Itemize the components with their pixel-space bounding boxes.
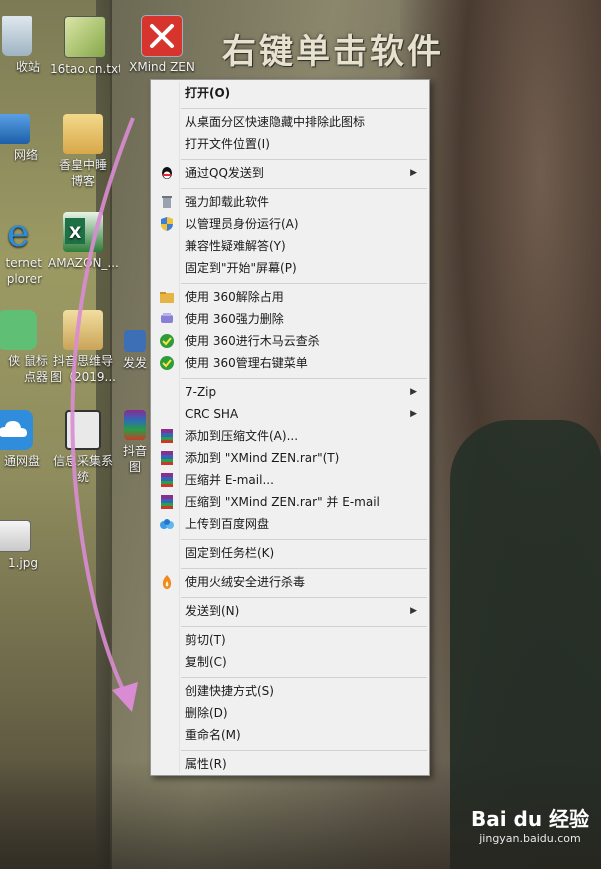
menu-item-label: 使用 360强力删除 [185, 312, 284, 326]
menu-item-label: 以管理员身份运行(A) [185, 217, 299, 231]
baidu-jingyan-watermark: Bai du 经验 jingyan.baidu.com [460, 806, 600, 856]
trash-icon [159, 194, 175, 210]
folder-360-icon [159, 289, 175, 305]
menu-item-exclude-hide[interactable]: 从桌面分区快速隐藏中排除此图标 [153, 111, 427, 133]
menu-item-force-uninstall[interactable]: 强力卸载此软件 [153, 191, 427, 213]
menu-item-label: 删除(D) [185, 706, 228, 720]
menu-item-360-manage-menu[interactable]: 使用 360管理右键菜单 [153, 352, 427, 374]
menu-separator [181, 188, 427, 189]
shield-360-icon [159, 355, 175, 371]
menu-item-create-shortcut[interactable]: 创建快捷方式(S) [153, 680, 427, 702]
submenu-arrow-icon: ▶ [410, 168, 417, 178]
menu-item-label: 重命名(M) [185, 728, 241, 742]
menu-item-copy[interactable]: 复制(C) [153, 651, 427, 673]
menu-item-run-as-admin[interactable]: 以管理员身份运行(A) [153, 213, 427, 235]
menu-item-label: 添加到压缩文件(A)... [185, 429, 299, 443]
menu-item-360-trojan-scan[interactable]: 使用 360进行木马云查杀 [153, 330, 427, 352]
menu-item-label: 通过QQ发送到 [185, 166, 264, 180]
submenu-arrow-icon: ▶ [410, 409, 417, 419]
menu-item-pin-start[interactable]: 固定到"开始"屏幕(P) [153, 257, 427, 279]
menu-item-huorong-scan[interactable]: 使用火绒安全进行杀毒 [153, 571, 427, 593]
context-menu: 打开(O) 从桌面分区快速隐藏中排除此图标 打开文件位置(I) 通过QQ发送到 … [150, 79, 430, 776]
menu-item-delete[interactable]: 删除(D) [153, 702, 427, 724]
menu-separator [181, 539, 427, 540]
menu-item-360-force-delete[interactable]: 使用 360强力删除 [153, 308, 427, 330]
menu-item-compat-troubleshoot[interactable]: 兼容性疑难解答(Y) [153, 235, 427, 257]
menu-item-label: 创建快捷方式(S) [185, 684, 274, 698]
menu-item-properties[interactable]: 属性(R) [153, 753, 427, 775]
menu-item-label: CRC SHA [185, 407, 239, 421]
menu-item-add-to-rar[interactable]: 添加到 "XMind ZEN.rar"(T) [153, 447, 427, 469]
menu-item-label: 上传到百度网盘 [185, 517, 270, 531]
menu-item-label: 固定到"开始"屏幕(P) [185, 261, 297, 275]
menu-item-label: 剪切(T) [185, 633, 226, 647]
menu-item-label: 压缩到 "XMind ZEN.rar" 并 E-mail [185, 495, 380, 509]
menu-item-upload-baidu[interactable]: 上传到百度网盘 [153, 513, 427, 535]
menu-item-label: 添加到 "XMind ZEN.rar"(T) [185, 451, 340, 465]
menu-separator [181, 626, 427, 627]
menu-item-label: 使用火绒安全进行杀毒 [185, 575, 306, 589]
menu-item-send-qq[interactable]: 通过QQ发送到 ▶ [153, 162, 427, 184]
menu-item-label: 使用 360解除占用 [185, 290, 284, 304]
watermark-url: jingyan.baidu.com [479, 832, 581, 845]
winrar-icon [159, 494, 175, 510]
shredder-360-icon [159, 311, 175, 327]
watermark-brand: Bai du 经验 [470, 807, 590, 831]
menu-item-label: 兼容性疑难解答(Y) [185, 239, 286, 253]
menu-item-label: 从桌面分区快速隐藏中排除此图标 [185, 115, 366, 129]
submenu-arrow-icon: ▶ [410, 606, 417, 616]
menu-item-label: 压缩并 E-mail... [185, 473, 274, 487]
submenu-arrow-icon: ▶ [410, 387, 417, 397]
menu-separator [181, 159, 427, 160]
menu-item-label: 发送到(N) [185, 604, 240, 618]
winrar-icon [159, 472, 175, 488]
huorong-icon [159, 574, 175, 590]
menu-item-label: 固定到任务栏(K) [185, 546, 275, 560]
winrar-icon [159, 450, 175, 466]
menu-item-label: 打开(O) [185, 86, 231, 100]
menu-item-label: 使用 360管理右键菜单 [185, 356, 308, 370]
menu-separator [181, 677, 427, 678]
menu-separator [181, 283, 427, 284]
menu-item-cut[interactable]: 剪切(T) [153, 629, 427, 651]
menu-item-label: 使用 360进行木马云查杀 [185, 334, 320, 348]
menu-separator [181, 108, 427, 109]
menu-item-open-location[interactable]: 打开文件位置(I) [153, 133, 427, 155]
winrar-icon [159, 428, 175, 444]
menu-separator [181, 750, 427, 751]
menu-item-open[interactable]: 打开(O) [153, 82, 427, 104]
menu-item-send-to[interactable]: 发送到(N) ▶ [153, 600, 427, 622]
menu-item-360-unlock[interactable]: 使用 360解除占用 [153, 286, 427, 308]
menu-item-compress-rar-email[interactable]: 压缩到 "XMind ZEN.rar" 并 E-mail [153, 491, 427, 513]
qq-icon [159, 165, 175, 181]
shield-icon [159, 216, 175, 232]
menu-item-label: 强力卸载此软件 [185, 195, 270, 209]
menu-item-label: 复制(C) [185, 655, 227, 669]
menu-item-compress-email[interactable]: 压缩并 E-mail... [153, 469, 427, 491]
shield-360-icon [159, 333, 175, 349]
menu-separator [181, 568, 427, 569]
menu-item-label: 打开文件位置(I) [185, 137, 270, 151]
menu-item-crc-sha[interactable]: CRC SHA ▶ [153, 403, 427, 425]
menu-separator [181, 378, 427, 379]
menu-item-add-to-archive[interactable]: 添加到压缩文件(A)... [153, 425, 427, 447]
menu-item-pin-taskbar[interactable]: 固定到任务栏(K) [153, 542, 427, 564]
menu-item-7zip[interactable]: 7-Zip ▶ [153, 381, 427, 403]
menu-item-label: 7-Zip [185, 385, 217, 399]
menu-item-rename[interactable]: 重命名(M) [153, 724, 427, 746]
menu-item-label: 属性(R) [185, 757, 227, 771]
menu-separator [181, 597, 427, 598]
baidu-netdisk-icon [159, 516, 175, 532]
